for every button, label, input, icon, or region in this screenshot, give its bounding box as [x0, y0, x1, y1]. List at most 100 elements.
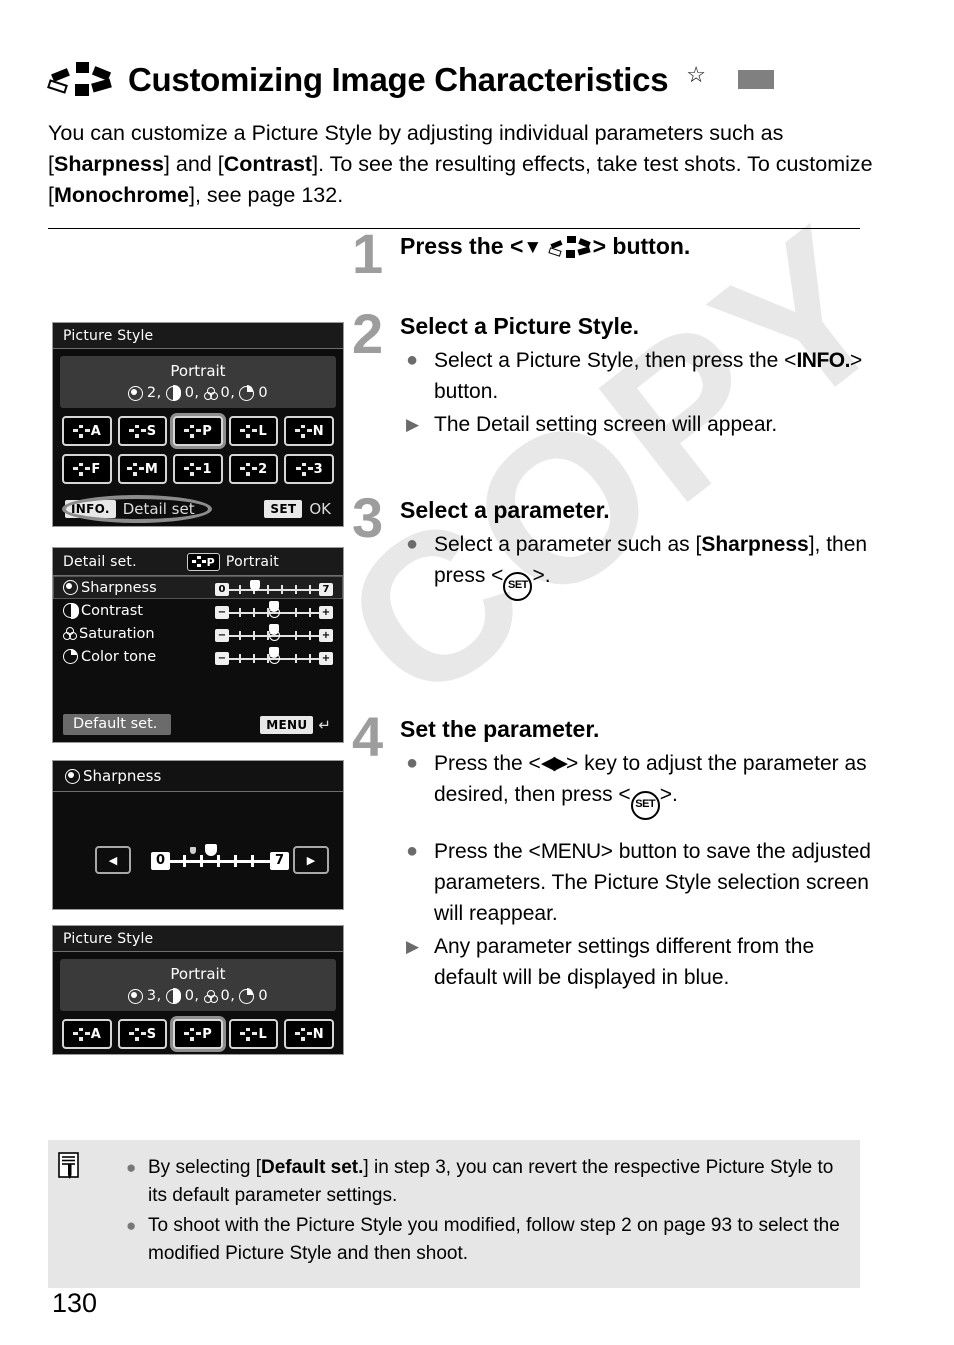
bullet-text-pre: Press the <: [434, 751, 541, 775]
style-dots-icon: [128, 424, 146, 438]
style-tile-monochrome[interactable]: M: [117, 454, 168, 484]
style-dots-icon: [184, 462, 202, 476]
picture-style-icon: [47, 62, 114, 96]
style-tile-letter: 1: [202, 461, 212, 477]
screen2-style-name: Portrait: [225, 554, 279, 570]
detail-row-label-wrap: Saturation: [63, 626, 155, 642]
slider-tick: [239, 631, 241, 640]
detail-row-label: Contrast: [81, 602, 143, 619]
style-dots-icon: [126, 462, 144, 476]
slider-tick: [239, 608, 241, 617]
screen2-menu-back[interactable]: MENU ↵: [260, 716, 331, 734]
slider-min-cap: −: [215, 652, 229, 665]
screen1-style-grid-row1: A S P L N: [53, 414, 343, 446]
slider-tick: [295, 585, 297, 594]
sharpness-slider[interactable]: 0 7: [215, 578, 333, 597]
note-bold-default-set: Default set.: [261, 1157, 364, 1178]
screen4-value-saturation: 0,: [220, 988, 236, 1004]
step-3: 3 Select a parameter. ● Select a paramete…: [352, 490, 877, 711]
screen3-title-bar: Sharpness: [53, 761, 343, 792]
info-key-label: INFO.: [796, 348, 850, 372]
step-4-number: 4: [352, 705, 384, 768]
right-arrow-button[interactable]: ▶: [293, 846, 329, 874]
slider-tick: [295, 608, 297, 617]
sharpness-icon: [65, 768, 80, 784]
style-tile-neutral[interactable]: N: [284, 1019, 334, 1049]
bullet-text-post: >.: [532, 563, 551, 587]
bullet-text-post: >.: [659, 782, 678, 806]
style-tile-letter: 3: [313, 461, 323, 477]
intro-bold-monochrome: Monochrome: [53, 183, 189, 207]
detail-row-saturation[interactable]: Saturation − +: [53, 622, 343, 645]
slider-tick: [239, 585, 241, 594]
bullet-text-pre: Select a parameter such as [: [434, 532, 702, 556]
detail-row-label-wrap: Color tone: [63, 648, 156, 665]
style-tile-standard[interactable]: S: [117, 1019, 168, 1049]
detail-row-label-wrap: Sharpness: [63, 580, 157, 596]
step-3-title: Select a parameter.: [400, 497, 610, 523]
style-tile-landscape[interactable]: L: [228, 1019, 279, 1049]
style-tile-faithful[interactable]: F: [62, 454, 112, 484]
style-tile-letter: S: [146, 423, 157, 439]
screen4-value-colortone: 0: [258, 988, 269, 1004]
bullet-text-pre: Select a Picture Style, then press the <: [434, 348, 797, 372]
slider-tick: [239, 654, 241, 663]
page-header: Customizing Image Characteristics ☆: [47, 62, 908, 96]
detail-row-color-tone[interactable]: Color tone − +: [53, 645, 343, 668]
style-tile-auto[interactable]: A: [62, 1019, 112, 1049]
style-dots-icon: [184, 1027, 202, 1041]
color-tone-slider[interactable]: − +: [215, 647, 333, 666]
style-tile-user2[interactable]: 2: [228, 454, 279, 484]
note-item-2: ● To shoot with the Picture Style you mod…: [126, 1212, 844, 1268]
step-3-bullet-1: ● Select a parameter such as [Sharpness],…: [400, 529, 877, 601]
screenshot-detail-set: Detail set. P Portrait Sharpness 0 7 Con…: [52, 547, 344, 743]
saturation-icon: [63, 627, 77, 640]
slider-tick: [267, 585, 269, 594]
contrast-slider[interactable]: − +: [215, 601, 333, 620]
bullet-dot-icon: ●: [406, 751, 419, 774]
set-key-icon: SET: [630, 790, 660, 820]
screenshot-sharpness: Sharpness ◀ 0 7 ▶: [52, 760, 344, 910]
slider-knob[interactable]: [269, 601, 279, 612]
slider-knob[interactable]: [250, 580, 260, 591]
detail-row-label: Saturation: [79, 625, 155, 642]
style-tile-standard[interactable]: S: [117, 416, 168, 446]
screen2-style-indicator: P Portrait: [186, 553, 335, 571]
style-tile-letter: P: [202, 423, 212, 439]
style-tile-user3[interactable]: 3: [284, 454, 334, 484]
style-dots-icon: [240, 462, 258, 476]
style-tile-portrait[interactable]: P: [173, 1019, 223, 1049]
style-tile-landscape[interactable]: L: [228, 416, 279, 446]
menu-badge[interactable]: MENU: [260, 716, 314, 734]
style-dots-icon: [240, 424, 258, 438]
detail-row-label: Sharpness: [81, 579, 157, 596]
bullet-dot-icon: ●: [406, 839, 419, 862]
screenshot-picture-style-2: Picture Style Portrait 3, 0, 0, 0 A S P …: [52, 925, 344, 1055]
sharpness-value-slider[interactable]: 0 7: [151, 840, 289, 872]
slider-knob[interactable]: [269, 647, 279, 658]
slider-knob[interactable]: [269, 624, 279, 635]
color-tone-icon: [239, 385, 255, 401]
default-set-button[interactable]: Default set.: [63, 714, 172, 735]
step-2-bullet-2: ▶ The Detail setting screen will appear.: [400, 409, 877, 440]
style-tile-neutral[interactable]: N: [284, 416, 334, 446]
detail-row-contrast[interactable]: Contrast − +: [53, 599, 343, 622]
style-tile-portrait[interactable]: P: [173, 416, 223, 446]
left-arrow-button[interactable]: ◀: [95, 846, 131, 874]
slider-tick: [234, 855, 237, 867]
slider-max-cap: +: [319, 629, 333, 642]
detail-row-sharpness[interactable]: Sharpness 0 7: [53, 576, 343, 599]
step-3-number: 3: [352, 486, 384, 549]
bullet-triangle-icon: ▶: [406, 936, 420, 956]
style-tile-auto[interactable]: A: [62, 416, 112, 446]
slider-max-cap: +: [319, 606, 333, 619]
set-badge[interactable]: SET: [264, 500, 303, 518]
intro-paragraph: You can customize a Picture Style by adj…: [48, 118, 888, 211]
style-dots-icon: [72, 1027, 90, 1041]
style-tile-user1[interactable]: 1: [173, 454, 223, 484]
saturation-slider[interactable]: − +: [215, 624, 333, 643]
bullet-dot-icon: ●: [406, 532, 419, 555]
slider-tick: [309, 585, 311, 594]
slider-knob[interactable]: [205, 844, 217, 856]
step-4-body: Set the parameter. ● Press the <◀▶> key t…: [400, 715, 877, 993]
